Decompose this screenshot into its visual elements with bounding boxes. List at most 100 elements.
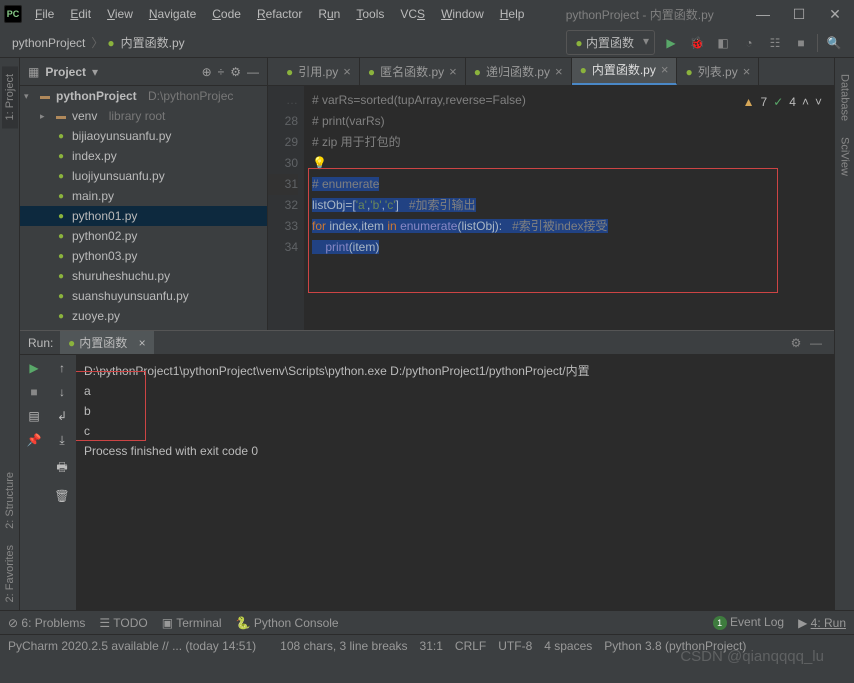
chevron-down-icon[interactable]: ▾ <box>92 65 98 79</box>
select-opened-icon[interactable]: ⊕ <box>202 65 212 79</box>
run-tab[interactable]: ●内置函数 × <box>60 331 154 354</box>
tab-favorites[interactable]: 2: Favorites <box>2 537 18 610</box>
code-area[interactable]: # varRs=sorted(tupArray,reverse=False) #… <box>304 86 834 330</box>
close-icon[interactable]: × <box>449 64 457 79</box>
hide-panel-icon[interactable]: — <box>806 333 826 353</box>
bulb-icon[interactable]: 💡 <box>312 156 327 170</box>
python-file-icon: ● <box>474 65 481 79</box>
project-dropdown-icon[interactable]: ▦ <box>28 65 39 79</box>
status-chars: 108 chars, 3 line breaks <box>280 639 407 653</box>
tree-file[interactable]: ●bijiaoyunsuanfu.py <box>20 126 267 146</box>
folder-icon: ▬ <box>38 89 52 103</box>
status-encoding[interactable]: UTF-8 <box>498 639 532 653</box>
menu-refactor[interactable]: Refactor <box>250 4 309 24</box>
tree-file[interactable]: ●suanshuyunsuanfu.py <box>20 286 267 306</box>
python-file-icon: ● <box>68 336 75 350</box>
run-config-select[interactable]: ● 内置函数 <box>566 30 655 55</box>
menu-view[interactable]: View <box>100 4 140 24</box>
search-button[interactable]: 🔍 <box>824 33 844 53</box>
tree-venv[interactable]: ▸▬ venv library root <box>20 106 267 126</box>
status-message[interactable]: PyCharm 2020.2.5 available // ... (today… <box>8 639 256 653</box>
tab-run-bottom[interactable]: ▶ 4: Run <box>798 616 846 630</box>
menu-tools[interactable]: Tools <box>349 4 391 24</box>
menu-edit[interactable]: Edit <box>63 4 98 24</box>
editor-tab[interactable]: ●列表.py× <box>677 58 759 85</box>
python-file-icon: ● <box>580 63 587 77</box>
editor-tab-active[interactable]: ●内置函数.py× <box>572 58 678 85</box>
up-button[interactable]: ↑ <box>59 361 65 375</box>
tree-file[interactable]: ●main.py <box>20 186 267 206</box>
editor-tab[interactable]: ●匿名函数.py× <box>360 58 466 85</box>
status-indent[interactable]: 4 spaces <box>544 639 592 653</box>
chevron-down-icon[interactable]: ˅ <box>815 92 822 113</box>
status-interpreter[interactable]: Python 3.8 (pythonProject) <box>604 639 746 653</box>
gear-icon[interactable]: ⚙ <box>786 333 806 353</box>
menu-run[interactable]: Run <box>311 4 347 24</box>
debug-button[interactable]: 🐞 <box>687 33 707 53</box>
project-tree[interactable]: ▾▬ pythonProject D:\pythonProjec ▸▬ venv… <box>20 86 267 330</box>
editor-tab[interactable]: ●引用.py× <box>278 58 360 85</box>
status-eol[interactable]: CRLF <box>455 639 486 653</box>
hide-panel-icon[interactable]: — <box>247 65 259 79</box>
run-button[interactable]: ▶ <box>661 33 681 53</box>
tab-project[interactable]: 1: Project <box>2 66 18 128</box>
navbar: pythonProject 〉 ● 内置函数.py ● 内置函数 ▶ 🐞 ◧ ◔… <box>0 28 854 58</box>
editor[interactable]: … 282930 31323334 # varRs=sorted(tupArra… <box>268 86 834 330</box>
status-position[interactable]: 31:1 <box>420 639 443 653</box>
print-button[interactable]: 🖶 <box>56 458 67 479</box>
menu-help[interactable]: Help <box>493 4 532 24</box>
tree-file[interactable]: ●python02.py <box>20 226 267 246</box>
menu-vcs[interactable]: VCS <box>393 4 432 24</box>
tree-file-selected[interactable]: ●python01.py <box>20 206 267 226</box>
event-log[interactable]: 1 Event Log <box>713 615 784 630</box>
tree-file[interactable]: ●python03.py <box>20 246 267 266</box>
close-icon[interactable]: × <box>139 336 146 350</box>
close-icon[interactable]: × <box>661 62 669 77</box>
chevron-up-icon[interactable]: ˄ <box>802 92 809 113</box>
concurrency-button[interactable]: ☷ <box>765 33 785 53</box>
menu-navigate[interactable]: Navigate <box>142 4 203 24</box>
tree-file[interactable]: ●shuruheshuchu.py <box>20 266 267 286</box>
rerun-button[interactable]: ▶ <box>29 361 38 375</box>
close-button[interactable]: ✕ <box>820 4 850 24</box>
minimize-button[interactable]: — <box>748 4 778 24</box>
expand-all-icon[interactable]: ÷ <box>218 65 225 79</box>
trash-button[interactable]: 🗑 <box>54 489 69 503</box>
close-icon[interactable]: × <box>555 64 563 79</box>
console-output[interactable]: D:\pythonProject1\pythonProject\venv\Scr… <box>76 355 834 610</box>
tab-problems[interactable]: ⊘ 6: Problems <box>8 616 85 630</box>
wrap-button[interactable]: ↲ <box>57 409 67 423</box>
inspection-widget[interactable]: ▲7 ✓4 ˄˅ <box>743 92 822 113</box>
tab-sciview[interactable]: SciView <box>837 129 853 184</box>
menu-file[interactable]: File <box>28 4 61 24</box>
stop-button[interactable]: ■ <box>791 33 811 53</box>
coverage-button[interactable]: ◧ <box>713 33 733 53</box>
window-title: pythonProject - 内置函数.py <box>531 6 748 23</box>
down-button[interactable]: ↓ <box>59 385 65 399</box>
editor-tab[interactable]: ●递归函数.py× <box>466 58 572 85</box>
tree-file[interactable]: ●zuoye.py <box>20 306 267 326</box>
python-file-icon: ● <box>54 249 68 263</box>
menu-code[interactable]: Code <box>205 4 248 24</box>
close-icon[interactable]: × <box>743 64 751 79</box>
breadcrumb-file[interactable]: 内置函数.py <box>119 32 187 53</box>
tab-python-console[interactable]: 🐍 Python Console <box>236 616 339 630</box>
python-file-icon: ● <box>575 36 586 50</box>
tab-todo[interactable]: ☰ TODO <box>99 616 147 630</box>
tree-root[interactable]: ▾▬ pythonProject D:\pythonProjec <box>20 86 267 106</box>
menu-window[interactable]: Window <box>434 4 491 24</box>
tab-database[interactable]: Database <box>837 66 853 129</box>
stop-button[interactable]: ■ <box>30 385 37 399</box>
layout-button[interactable]: ▤ <box>28 409 39 423</box>
pin-button[interactable]: 📌 <box>27 433 42 447</box>
tree-file[interactable]: ●index.py <box>20 146 267 166</box>
profile-button[interactable]: ◔ <box>739 33 759 53</box>
maximize-button[interactable]: ☐ <box>784 4 814 24</box>
tab-structure[interactable]: 2: Structure <box>2 464 18 537</box>
scroll-button[interactable]: ⤓ <box>59 433 64 448</box>
tree-file[interactable]: ●luojiyunsuanfu.py <box>20 166 267 186</box>
tab-terminal[interactable]: ▣ Terminal <box>162 616 222 630</box>
gear-icon[interactable]: ⚙ <box>230 65 241 79</box>
breadcrumb-project[interactable]: pythonProject <box>10 34 87 52</box>
close-icon[interactable]: × <box>343 64 351 79</box>
